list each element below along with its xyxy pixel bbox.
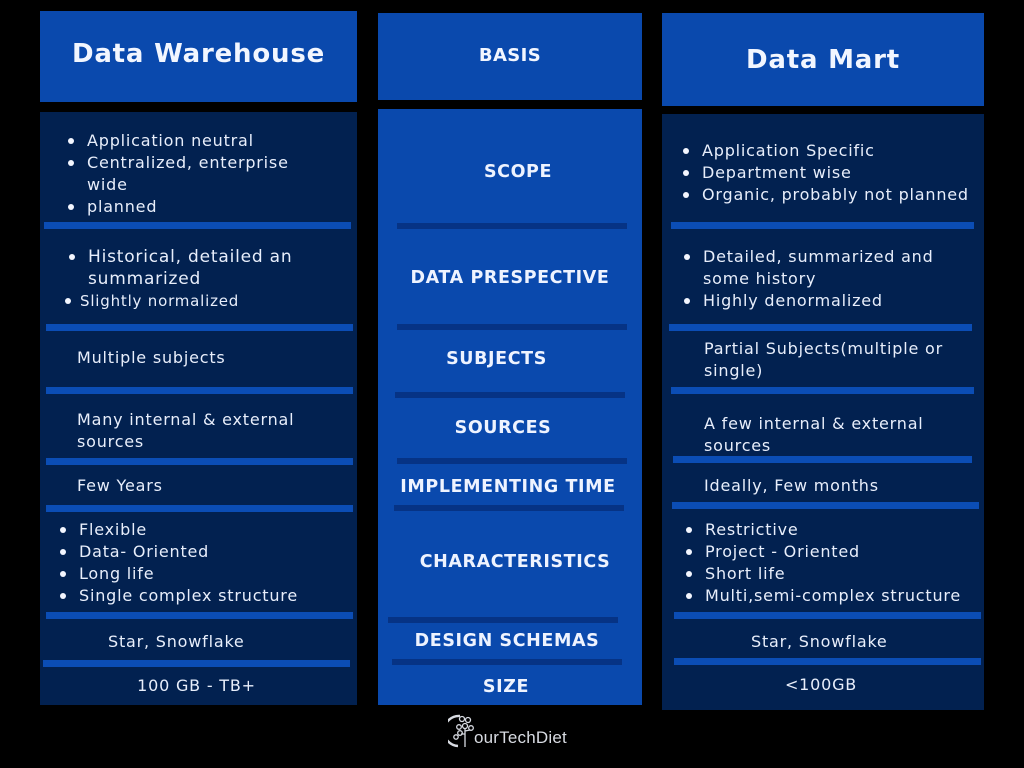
row-divider [46,387,353,394]
row-divider [397,324,627,330]
basis-characteristics-label: CHARACTERISTICS [419,552,611,572]
data-mart-title: Data Mart [745,44,901,75]
data-warehouse-title: Data Warehouse [71,38,326,69]
mart-sources-text: A few internal & external sources [704,414,924,455]
basis-design-schemas-label: DESIGN SCHEMAS [414,631,600,651]
mart-implementing-time-text: Ideally, Few months [704,476,879,495]
list-item: Data- Oriented [55,541,357,563]
basis-sources-label: SOURCES [454,418,552,438]
row-divider [397,458,627,464]
warehouse-sources-text: Many internal & external sources [77,410,295,451]
basis-implementing-time-label: IMPLEMENTING TIME [400,477,616,497]
data-mart-panel: Application Specific Department wise Org… [662,114,984,710]
row-divider [392,659,622,665]
row-divider [394,505,624,511]
basis-header: BASIS [378,13,642,100]
mart-scope-cell: Application Specific Department wise Org… [678,140,984,206]
list-item: Short life [681,563,984,585]
row-divider [669,324,972,331]
row-divider [46,505,353,512]
list-item: Single complex structure [55,585,357,607]
row-divider [43,660,350,667]
row-divider [674,612,981,619]
list-item: Project - Oriented [681,541,984,563]
mart-characteristics-cell: Restrictive Project - Oriented Short lif… [681,519,984,607]
row-divider [672,502,979,509]
row-divider [388,617,618,623]
row-divider [397,223,627,229]
list-item: Detailed, summarized and some history [679,246,949,290]
mart-subjects-text: Partial Subjects(multiple or single) [704,339,943,380]
row-divider [46,612,353,619]
list-item: Long life [55,563,357,585]
list-item: Highly denormalized [679,290,984,312]
warehouse-implementing-time-text: Few Years [77,476,163,495]
list-item: Centralized, enterprise wide [63,152,293,196]
row-divider [395,392,625,398]
warehouse-characteristics-cell: Flexible Data- Oriented Long life Single… [55,519,357,607]
row-divider [46,324,353,331]
mart-data-perspective-cell: Detailed, summarized and some history Hi… [679,246,984,312]
basis-panel: SCOPE DATA PRESPECTIVE SUBJECTS SOURCES … [378,109,642,705]
row-divider [46,458,353,465]
mart-size-text: <100GB [784,675,858,694]
data-warehouse-header: Data Warehouse [40,11,357,102]
warehouse-design-schemas-cell: Star, Snowflake [108,631,357,653]
row-divider [671,387,974,394]
warehouse-size-text: 100 GB - TB+ [137,676,256,695]
basis-subjects-label: SUBJECTS [446,349,547,369]
ourtechdiet-logo: ourTechDiet [448,710,567,750]
basis-title: BASIS [478,45,542,66]
row-divider [44,222,351,229]
row-divider [671,222,974,229]
list-item: Slightly normalized [60,290,357,312]
logo-text: ourTechDiet [474,728,567,747]
data-warehouse-panel: Application neutral Centralized, enterpr… [40,112,357,705]
mart-design-schemas-cell: Star, Snowflake [751,631,984,653]
warehouse-subjects-cell: Multiple subjects [77,347,357,369]
list-item: Multi,semi-complex structure [681,585,984,607]
list-item: Department wise [678,162,984,184]
warehouse-sources-cell: Many internal & external sources [77,409,317,453]
data-mart-header: Data Mart [662,13,984,106]
mart-size-cell: <100GB [662,674,984,696]
warehouse-data-perspective-cell: Historical, detailed an summarized Sligh… [64,246,357,312]
warehouse-size-cell: 100 GB - TB+ [40,675,357,697]
basis-data-perspective-label: DATA PRESPECTIVE [410,268,610,288]
list-item: Organic, probably not planned [678,184,984,206]
list-item: planned [63,196,357,218]
mart-sources-cell: A few internal & external sources [704,413,944,457]
warehouse-implementing-time-cell: Few Years [77,475,357,497]
warehouse-subjects-text: Multiple subjects [77,348,226,367]
list-item: Application neutral [63,130,357,152]
list-item: Application Specific [678,140,984,162]
mart-implementing-time-cell: Ideally, Few months [704,475,984,497]
circuit-tree-icon [448,714,474,748]
list-item: Flexible [55,519,357,541]
warehouse-scope-cell: Application neutral Centralized, enterpr… [63,130,357,218]
basis-size-label: SIZE [482,677,530,697]
list-item: Restrictive [681,519,984,541]
row-divider [674,658,981,665]
mart-design-schemas-text: Star, Snowflake [751,632,888,651]
basis-scope-label: SCOPE [483,162,553,182]
mart-subjects-cell: Partial Subjects(multiple or single) [704,338,964,382]
list-item: Historical, detailed an summarized [64,246,294,290]
row-divider [673,456,972,463]
warehouse-design-schemas-text: Star, Snowflake [108,632,245,651]
